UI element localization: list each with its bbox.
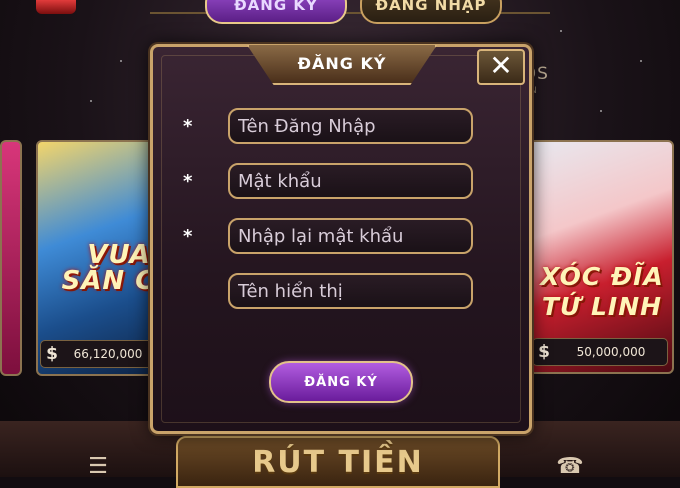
game-card-edge[interactable]	[0, 140, 22, 376]
jackpot-display: $ 66,120,000	[40, 340, 154, 368]
snow-particle	[90, 100, 92, 102]
jackpot-value: 66,120,000	[73, 347, 143, 361]
snow-particle	[120, 60, 122, 62]
game-card-title: VUA SĂN CÁ	[61, 240, 156, 296]
menu-icon[interactable]: ☰	[80, 452, 116, 480]
phone-icon[interactable]: ☎	[552, 452, 588, 480]
display-name-input[interactable]	[228, 273, 473, 309]
username-row: *	[183, 107, 473, 145]
password-input[interactable]	[228, 163, 473, 199]
withdraw-button[interactable]: RÚT TIỀN	[176, 436, 500, 488]
register-tab-button[interactable]: ĐĂNG KÝ	[205, 0, 347, 24]
game-card-vua-san-ca[interactable]: VUA SĂN CÁ $ 66,120,000	[36, 140, 156, 376]
register-submit-button[interactable]: ĐĂNG KÝ	[269, 361, 413, 403]
close-icon: ✕	[489, 49, 513, 82]
register-modal: ĐĂNG KÝ ✕ * * * ĐĂNG KÝ	[150, 44, 532, 434]
close-button[interactable]: ✕	[477, 49, 525, 85]
display-name-row	[183, 272, 473, 310]
modal-title: ĐĂNG KÝ	[297, 53, 387, 73]
password-row: *	[183, 162, 473, 200]
game-card-xoc-dia-tu-linh[interactable]: XÓC ĐĨA TỨ LINH $ 50,000,000	[524, 140, 674, 374]
dollar-icon: $	[538, 342, 550, 362]
required-mark: *	[183, 170, 193, 192]
jackpot-display: $ 50,000,000	[532, 338, 668, 366]
snow-particle	[560, 30, 562, 32]
required-mark: *	[183, 115, 193, 137]
game-card-title: XÓC ĐĨA TỨ LINH	[540, 262, 664, 321]
login-tab-button[interactable]: ĐĂNG NHẬP	[360, 0, 502, 24]
confirm-password-input[interactable]	[228, 218, 473, 254]
snow-particle	[600, 110, 602, 112]
brand-logo	[36, 0, 76, 14]
jackpot-value: 50,000,000	[576, 345, 646, 359]
username-input[interactable]	[228, 108, 473, 144]
confirm-password-row: *	[183, 217, 473, 255]
modal-title-plate: ĐĂNG KÝ	[247, 45, 437, 85]
required-mark: *	[183, 225, 193, 247]
dollar-icon: $	[46, 344, 58, 364]
snow-particle	[640, 60, 642, 62]
